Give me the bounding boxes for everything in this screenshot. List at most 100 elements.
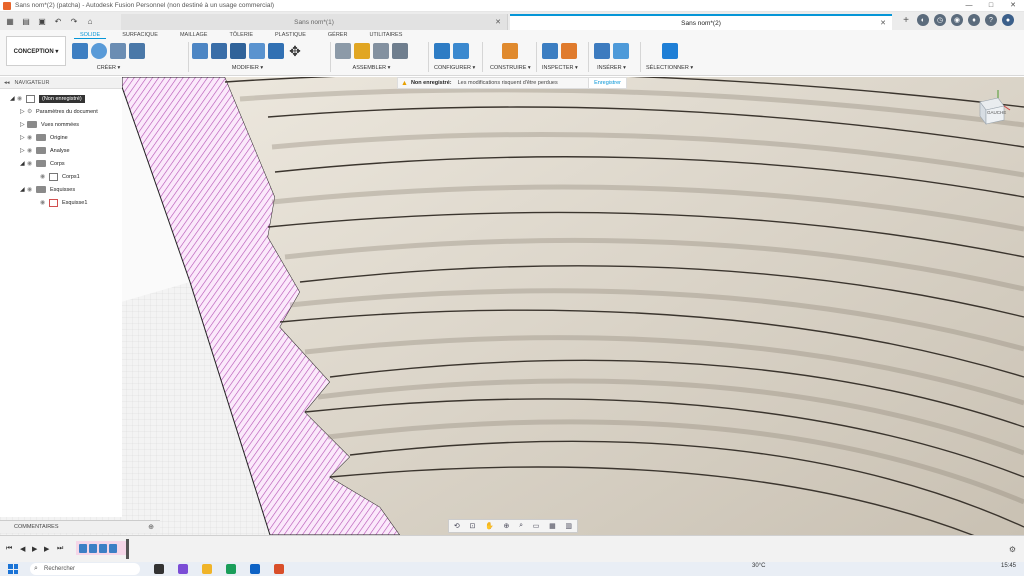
expand-triangle-icon[interactable]: ◢	[20, 160, 27, 167]
tab-maillage[interactable]: MAILLAGE	[174, 31, 214, 39]
tab-document-2[interactable]: Sans nom*(2) ✕	[510, 14, 892, 30]
expand-triangle-icon[interactable]: ◢	[10, 95, 17, 102]
chamfer-icon[interactable]	[230, 43, 246, 59]
look-at-icon[interactable]: ⊡	[469, 522, 475, 530]
extensions-icon[interactable]: ◐	[917, 14, 929, 26]
taskbar-clock[interactable]: 15:45	[1001, 563, 1016, 569]
go-start-icon[interactable]: ⏮	[6, 545, 12, 553]
pattern-icon[interactable]	[129, 43, 145, 59]
group-configurer-label[interactable]: CONFIGURER ▾	[434, 65, 475, 71]
offset-plane-icon[interactable]	[502, 43, 519, 59]
view-cube[interactable]: GAUCHE	[972, 90, 1012, 130]
expand-triangle-icon[interactable]: ▷	[20, 147, 27, 154]
visibility-eye-icon[interactable]: ◉	[17, 95, 26, 102]
navigator-item-origin[interactable]: ▷ ◉ Origine	[20, 132, 68, 143]
new-component-icon[interactable]	[335, 43, 351, 59]
revolve-icon[interactable]	[110, 43, 126, 59]
chrome-icon[interactable]	[226, 564, 236, 574]
file-menu-icon[interactable]: ▤	[20, 15, 32, 27]
help-icon[interactable]: ?	[985, 14, 997, 26]
save-icon[interactable]: ▣	[36, 15, 48, 27]
explorer-icon[interactable]	[202, 564, 212, 574]
create-sketch-icon[interactable]	[72, 43, 88, 59]
tab-surfacique[interactable]: SURFACIQUE	[116, 31, 164, 39]
alert-bell-icon[interactable]: ♦	[968, 14, 980, 26]
collapse-arrow-icon[interactable]: ◂◂	[4, 80, 10, 86]
navigator-root[interactable]: ◢ ◉ (Non enregistré)	[10, 93, 85, 104]
configure-icon[interactable]	[453, 43, 469, 59]
move-icon[interactable]: ✥	[287, 43, 303, 59]
navigator-header[interactable]: ◂◂ NAVIGATEUR	[0, 77, 122, 89]
tab-close-icon[interactable]: ✕	[880, 19, 886, 27]
measure-icon[interactable]	[542, 43, 558, 59]
combine-icon[interactable]	[268, 43, 284, 59]
new-tab-icon[interactable]: +	[900, 14, 912, 26]
group-assembler-label[interactable]: ASSEMBLER ▾	[335, 65, 408, 71]
timeline-features[interactable]	[76, 541, 128, 555]
display-settings-icon[interactable]: ▭	[533, 522, 540, 530]
joint-icon[interactable]	[354, 43, 370, 59]
orbit-icon[interactable]: ⟲	[454, 522, 460, 530]
tab-utilitaires[interactable]: UTILITAIRES	[363, 31, 408, 39]
tab-gerer[interactable]: GÉRER	[322, 31, 354, 39]
expand-triangle-icon[interactable]: ▷	[20, 121, 27, 128]
navigator-item-sketch1[interactable]: ◉ Esquisse1	[40, 197, 87, 208]
pan-hand-icon[interactable]: ✋	[485, 522, 494, 530]
taskbar-search[interactable]: Rechercher	[30, 563, 140, 575]
shell-icon[interactable]	[249, 43, 265, 59]
timeline-feature-icon[interactable]	[99, 543, 107, 553]
tab-close-icon[interactable]: ✕	[495, 18, 501, 26]
visibility-eye-icon[interactable]: ◉	[40, 173, 49, 180]
add-comment-icon[interactable]: ⊕	[148, 523, 154, 531]
zoom-icon[interactable]: ⊕	[503, 522, 509, 530]
apps-grid-icon[interactable]: ▦	[4, 15, 16, 27]
group-inspecter-label[interactable]: INSPECTER ▾	[542, 65, 578, 71]
workspace-dropdown[interactable]: CONCEPTION ▾	[6, 36, 66, 66]
insert-derive-icon[interactable]	[594, 43, 610, 59]
press-pull-icon[interactable]	[192, 43, 208, 59]
interference-icon[interactable]	[561, 43, 577, 59]
grid-settings-icon[interactable]: ▦	[549, 522, 556, 530]
expand-triangle-icon[interactable]: ▷	[20, 108, 27, 115]
store-icon[interactable]	[250, 564, 260, 574]
job-status-icon[interactable]: ◷	[934, 14, 946, 26]
home-icon[interactable]: ⌂	[84, 15, 96, 27]
redo-icon[interactable]: ↷	[68, 15, 80, 27]
select-arrow-icon[interactable]	[661, 43, 678, 59]
undo-icon[interactable]: ↶	[52, 15, 64, 27]
group-modifier-label[interactable]: MODIFIER ▾	[192, 65, 303, 71]
fusion-taskbar-icon[interactable]	[274, 564, 284, 574]
fillet-icon[interactable]	[211, 43, 227, 59]
tab-document-1[interactable]: Sans nom*(1) ✕	[121, 14, 508, 30]
task-view-icon[interactable]	[154, 564, 164, 574]
play-icon[interactable]: ▶	[32, 545, 37, 553]
step-back-icon[interactable]: ◀	[20, 545, 25, 553]
maximize-button[interactable]: □	[980, 0, 1002, 12]
timeline-marker[interactable]	[126, 539, 129, 559]
expand-triangle-icon[interactable]: ▷	[20, 134, 27, 141]
visibility-eye-icon[interactable]: ◉	[27, 134, 36, 141]
weather-widget[interactable]: 30°C	[752, 563, 765, 569]
visibility-eye-icon[interactable]: ◉	[27, 147, 36, 154]
windows-start-icon[interactable]	[8, 564, 18, 574]
step-forward-icon[interactable]: ▶	[44, 545, 49, 553]
timeline-extrude-icon[interactable]	[89, 543, 97, 553]
fit-icon[interactable]: ⌕	[519, 522, 523, 530]
group-creer-label[interactable]: CRÉER ▾	[72, 65, 145, 71]
visibility-eye-icon[interactable]: ◉	[27, 160, 36, 167]
group-selectionner-label[interactable]: SÉLECTIONNER ▾	[646, 65, 693, 71]
group-inserer-label[interactable]: INSÉRER ▾	[594, 65, 629, 71]
tab-solide[interactable]: SOLIDE	[74, 31, 107, 39]
3d-viewport[interactable]	[0, 77, 1024, 535]
go-end-icon[interactable]: ⏭	[57, 545, 63, 553]
as-built-joint-icon[interactable]	[373, 43, 389, 59]
expand-triangle-icon[interactable]: ◢	[20, 186, 27, 193]
group-construire-label[interactable]: CONSTRUIRE ▾	[490, 65, 531, 71]
insert-image-icon[interactable]	[613, 43, 629, 59]
tab-plastique[interactable]: PLASTIQUE	[269, 31, 312, 39]
timeline-feature-icon[interactable]	[109, 543, 117, 553]
notifications-icon[interactable]: ◉	[951, 14, 963, 26]
navigator-item-body1[interactable]: ◉ Corps1	[40, 171, 80, 182]
minimize-button[interactable]: —	[958, 0, 980, 12]
visibility-eye-icon[interactable]: ◉	[27, 186, 36, 193]
